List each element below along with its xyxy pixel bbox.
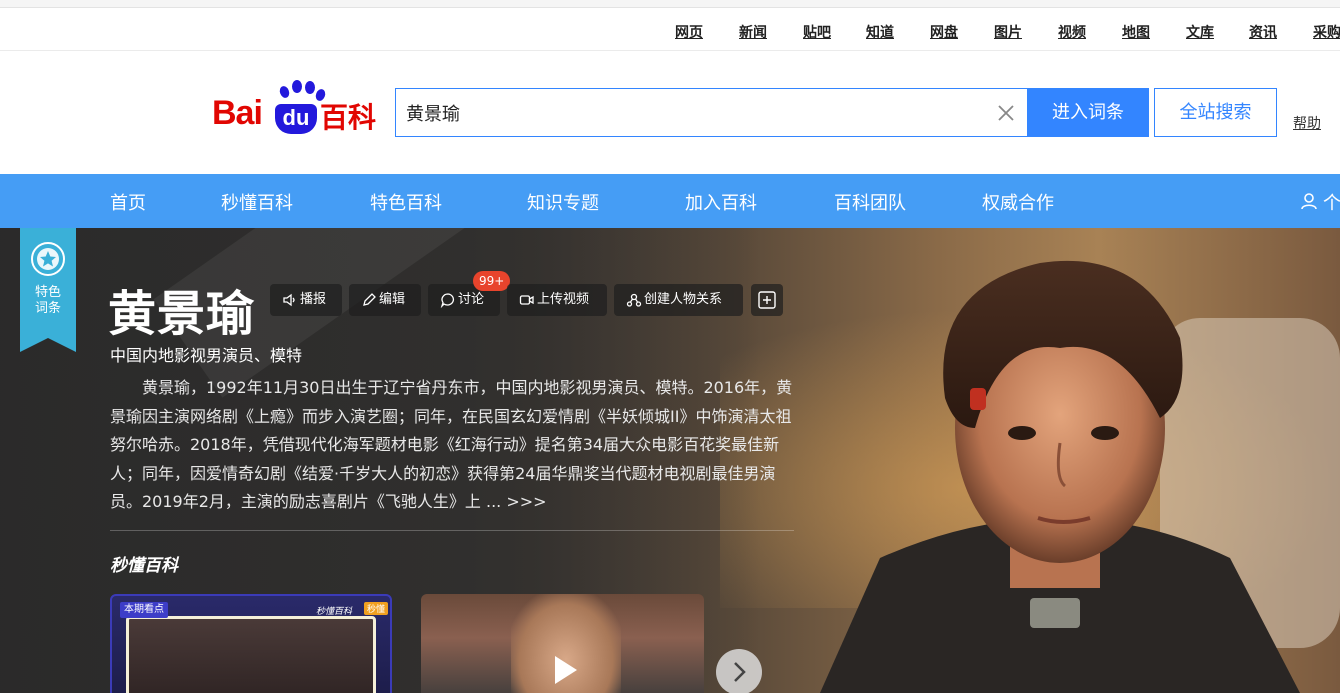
plus-square-icon — [758, 291, 776, 309]
paw-toe-2 — [292, 80, 302, 93]
main-nav: 首页 秒懂百科 特色百科 知识专题 加入百科 百科团队 权威合作 个 — [0, 174, 1340, 228]
top-nav: 网页 新闻 贴吧 知道 网盘 图片 视频 地图 文库 资讯 采购 — [0, 9, 1340, 51]
people-relation-icon — [626, 293, 642, 307]
more-tools-button[interactable] — [751, 284, 783, 316]
ribbon-line-2: 词条 — [34, 301, 61, 316]
edit-label: 编辑 — [379, 292, 406, 307]
clear-icon[interactable] — [996, 103, 1016, 123]
entry-title: 黄景瑜 — [108, 286, 256, 342]
logo-baike-text: 百科 — [320, 101, 377, 134]
ribbon-text: 特色 词条 — [20, 285, 76, 317]
nav-join[interactable]: 加入百科 — [685, 189, 757, 215]
topnav-link-tieba[interactable]: 贴吧 — [803, 22, 831, 42]
speaker-icon — [283, 293, 295, 307]
site-search-button[interactable]: 全站搜索 — [1154, 88, 1277, 137]
featured-entry-ribbon[interactable]: 特色 词条 — [20, 228, 76, 352]
topnav-link-info[interactable]: 资讯 — [1249, 22, 1277, 42]
paw-toe-1 — [278, 84, 291, 100]
topnav-link-news[interactable]: 新闻 — [739, 22, 767, 42]
miaodong-logo: 秒懂百科 — [110, 556, 178, 576]
nav-featured[interactable]: 特色百科 — [370, 189, 442, 215]
topnav-link-pan[interactable]: 网盘 — [930, 22, 958, 42]
portrait-image — [820, 260, 1340, 693]
search-input[interactable] — [406, 100, 966, 126]
play-icon[interactable] — [543, 650, 583, 690]
logo-du-text: du — [275, 104, 317, 134]
video-thumbnail — [126, 616, 376, 693]
enter-entry-button[interactable]: 进入词条 — [1027, 88, 1149, 137]
baike-logo[interactable]: Bai du 百科 — [212, 80, 382, 136]
topnav-link-images[interactable]: 图片 — [994, 22, 1022, 42]
upload-video-button[interactable]: 上传视频 — [507, 284, 607, 316]
topnav-link-map[interactable]: 地图 — [1122, 22, 1150, 42]
video-tag: 本期看点 — [120, 602, 168, 618]
user-icon[interactable] — [1300, 192, 1318, 210]
ribbon-line-1: 特色 — [34, 285, 61, 300]
video-camera-icon — [519, 295, 534, 305]
summary-text: 黄景瑜，1992年11月30日出生于辽宁省丹东市，中国内地影视男演员、模特。20… — [110, 378, 793, 511]
pencil-icon — [363, 293, 376, 306]
edit-button[interactable]: 编辑 — [349, 284, 421, 316]
broadcast-label: 播报 — [300, 292, 327, 307]
video-brand-badge: 秒懂 — [364, 602, 389, 615]
user-center-link[interactable]: 个 — [1323, 189, 1340, 215]
topnav-link-purchase[interactable]: 采购 — [1313, 22, 1340, 42]
entry-subtitle: 中国内地影视男演员、模特 — [110, 346, 303, 365]
nav-home[interactable]: 首页 — [110, 189, 146, 215]
logo-bai-text: Bai — [212, 94, 263, 132]
nav-cooperation[interactable]: 权威合作 — [982, 189, 1054, 215]
help-link[interactable]: 帮助 — [1293, 113, 1321, 133]
topnav-link-video[interactable]: 视频 — [1058, 22, 1086, 42]
chat-bubble-icon — [440, 293, 454, 308]
top-strip — [0, 0, 1340, 8]
video-card[interactable]: 本期看点 秒懂百科 秒懂 — [110, 594, 392, 693]
create-relation-button[interactable]: 创建人物关系 — [614, 284, 743, 316]
chevron-right-icon — [734, 662, 746, 682]
hero-banner: 特色 词条 黄景瑜 播报 编辑 讨论 99+ 上传视频 创建人物关系 中国内地影… — [0, 228, 1340, 693]
paw-toe-3 — [305, 81, 315, 94]
carousel-next-button[interactable] — [716, 649, 762, 693]
video-card[interactable] — [421, 594, 704, 693]
video-brand: 秒懂百科 — [316, 607, 353, 617]
topnav-link-web[interactable]: 网页 — [675, 22, 703, 42]
summary-divider — [110, 530, 794, 531]
topnav-link-zhidao[interactable]: 知道 — [866, 22, 894, 42]
search-box — [395, 88, 1028, 137]
create-relation-label: 创建人物关系 — [644, 292, 723, 307]
nav-team[interactable]: 百科团队 — [834, 189, 906, 215]
upload-video-label: 上传视频 — [537, 292, 590, 307]
nav-miaodong[interactable]: 秒懂百科 — [221, 189, 293, 215]
nav-topics[interactable]: 知识专题 — [527, 189, 599, 215]
star-badge-icon — [31, 242, 65, 276]
entry-summary: 黄景瑜，1992年11月30日出生于辽宁省丹东市，中国内地影视男演员、模特。20… — [110, 374, 800, 517]
discuss-count-badge: 99+ — [473, 271, 511, 291]
broadcast-button[interactable]: 播报 — [270, 284, 342, 316]
topnav-link-wenku[interactable]: 文库 — [1186, 22, 1214, 42]
read-more-link[interactable]: >>> — [506, 492, 546, 511]
